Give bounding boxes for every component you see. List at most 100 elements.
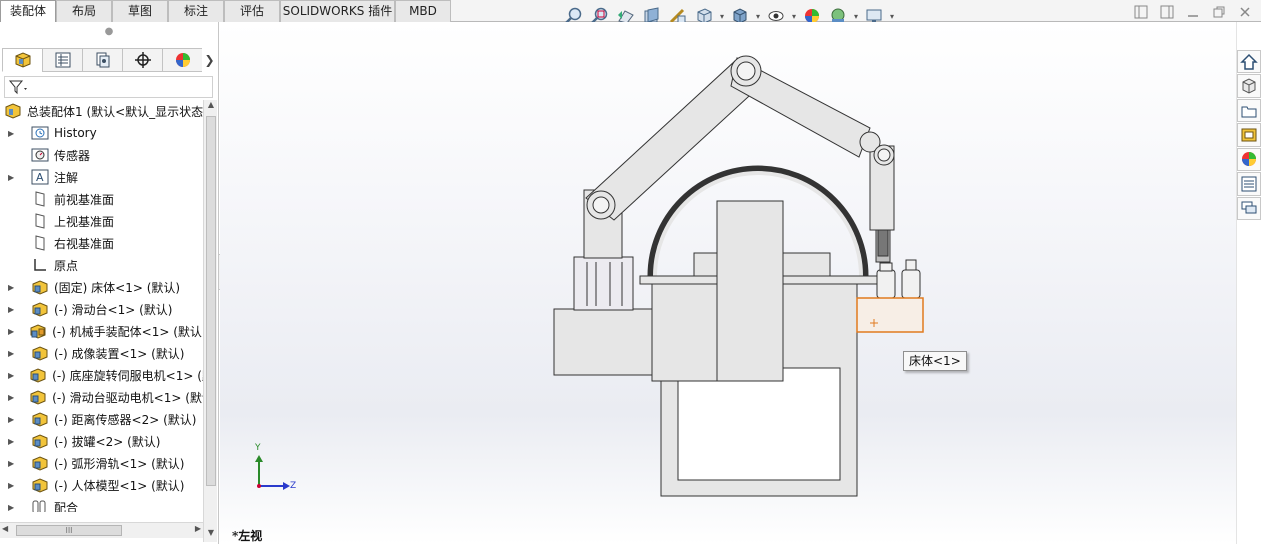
tree-item[interactable]: 原点 <box>0 254 203 276</box>
scrollbar-thumb[interactable]: III <box>16 525 122 536</box>
tree-item[interactable]: 右视基准面 <box>0 232 203 254</box>
plane-icon <box>30 212 50 230</box>
cupping-device-2 <box>901 269 921 299</box>
expand-arrow-icon[interactable]: ▶ <box>8 459 16 468</box>
scroll-down-icon[interactable]: ▼ <box>204 528 218 542</box>
expand-arrow-icon[interactable]: ▶ <box>8 371 14 380</box>
scroll-up-icon[interactable]: ▲ <box>204 100 218 114</box>
panel-grip[interactable]: ● <box>0 22 218 44</box>
tree-item[interactable]: ▶ (-) 成像装置<1> (默认) <box>0 342 203 364</box>
expand-arrow-icon[interactable]: ▶ <box>8 349 16 358</box>
expand-arrow-icon[interactable]: ▶ <box>8 481 16 490</box>
mates-icon <box>30 498 50 512</box>
scrollbar-thumb[interactable] <box>206 116 216 486</box>
tab-mbd[interactable]: MBD <box>395 0 451 22</box>
tree-item[interactable]: 上视基准面 <box>0 210 203 232</box>
selected-bed-face <box>856 297 924 333</box>
file-explorer-icon[interactable] <box>1237 98 1261 123</box>
tab-evaluate[interactable]: 评估 <box>224 0 280 22</box>
tree-item[interactable]: ▶ History <box>0 122 203 144</box>
tree-item[interactable]: ▶ (-) 弧形滑轨<1> (默认) <box>0 452 203 474</box>
task-pane <box>1237 50 1261 220</box>
plane-icon <box>30 190 50 208</box>
tab-sketch[interactable]: 草图 <box>112 0 168 22</box>
chevron-down-icon[interactable]: ▾ <box>888 12 896 21</box>
expand-arrow-icon[interactable]: ▶ <box>8 327 14 336</box>
chevron-down-icon[interactable]: ▾ <box>852 12 860 21</box>
tab-markup[interactable]: 标注 <box>168 0 224 22</box>
tree-item-label: 前视基准面 <box>54 192 115 207</box>
scroll-right-icon[interactable]: ▶ <box>195 524 201 533</box>
featuremanager-icon[interactable] <box>2 48 42 72</box>
tree-item[interactable]: ▶ (-) 底座旋转伺服电机<1> (默 <box>0 364 203 386</box>
tree-item[interactable]: ▶ 配合 <box>0 496 203 512</box>
chevron-down-icon[interactable]: ▾ <box>718 12 726 21</box>
tile-right-icon[interactable] <box>1159 4 1175 20</box>
part-icon <box>30 454 50 472</box>
tree-horizontal-scrollbar[interactable]: ◀ III ▶ <box>0 522 203 538</box>
minimize-icon[interactable] <box>1185 4 1201 20</box>
custom-properties-icon[interactable] <box>1237 172 1261 196</box>
scroll-left-icon[interactable]: ◀ <box>2 524 8 533</box>
window-controls <box>1133 4 1253 20</box>
view-palette-icon[interactable] <box>1237 123 1261 147</box>
left-housing <box>553 308 655 376</box>
tree-item[interactable]: ▶ (-) 拔罐<2> (默认) <box>0 430 203 452</box>
feature-manager-panel: ● ❯ 总装配体1 (默认<默认_显示状态 ▶ History 传感器 ▶ A … <box>0 22 219 544</box>
expand-arrow-icon[interactable]: ▶ <box>8 173 16 182</box>
appearances-icon[interactable] <box>1237 147 1261 172</box>
chevron-right-icon[interactable]: ❯ <box>202 48 217 72</box>
bed-frame-opening <box>677 367 841 481</box>
tree-item-label: 原点 <box>54 258 79 273</box>
imaging-tower <box>716 200 784 382</box>
part-icon <box>28 366 48 384</box>
expand-arrow-icon[interactable]: ▶ <box>8 129 16 138</box>
dimxpertmanager-icon[interactable] <box>122 48 162 72</box>
graphics-area[interactable]: Y Z <box>220 22 1236 544</box>
manager-tabs: ❯ <box>2 48 217 72</box>
plane-icon <box>30 234 50 252</box>
tree-item[interactable]: ▶ (-) 机械手装配体<1> (默认< <box>0 320 203 342</box>
tab-assembly[interactable]: 装配体 <box>0 0 56 22</box>
restore-icon[interactable] <box>1211 4 1227 20</box>
tab-solidworks-addins[interactable]: SOLIDWORKS 插件 <box>280 0 395 22</box>
forum-icon[interactable] <box>1237 196 1261 220</box>
tree-item[interactable]: 前视基准面 <box>0 188 203 210</box>
expand-arrow-icon[interactable]: ▶ <box>8 415 16 424</box>
tree-filter[interactable] <box>4 76 213 98</box>
tree-item[interactable]: ▶ (-) 滑动台驱动电机<1> (默认 <box>0 386 203 408</box>
tree-item-label: (固定) 床体<1> (默认) <box>54 280 181 295</box>
chevron-down-icon[interactable]: ▾ <box>790 12 798 21</box>
tree-item-label: 右视基准面 <box>54 236 115 251</box>
propertymanager-icon[interactable] <box>42 48 82 72</box>
assembly-icon <box>4 102 24 120</box>
design-library-icon[interactable] <box>1237 74 1261 98</box>
part-icon <box>30 432 50 450</box>
tile-left-icon[interactable] <box>1133 4 1149 20</box>
tree-item-label: (-) 距离传感器<2> (默认) <box>54 412 197 427</box>
tree-item[interactable]: ▶ (-) 距离传感器<2> (默认) <box>0 408 203 430</box>
part-icon <box>30 476 50 494</box>
expand-arrow-icon[interactable]: ▶ <box>8 503 16 512</box>
home-icon[interactable] <box>1237 50 1261 74</box>
expand-arrow-icon[interactable]: ▶ <box>8 305 16 314</box>
expand-arrow-icon[interactable]: ▶ <box>8 393 14 402</box>
filter-icon[interactable] <box>8 79 30 98</box>
part-icon <box>30 300 50 318</box>
displaymanager-icon[interactable] <box>162 48 202 72</box>
expand-arrow-icon[interactable]: ▶ <box>8 283 16 292</box>
tree-root-assembly[interactable]: 总装配体1 (默认<默认_显示状态 <box>4 100 203 122</box>
chevron-down-icon[interactable]: ▾ <box>754 12 762 21</box>
tree-item[interactable]: ▶ (固定) 床体<1> (默认) <box>0 276 203 298</box>
tree-vertical-scrollbar[interactable]: ▲ ▼ <box>203 100 217 542</box>
base-motor <box>573 256 634 311</box>
tree-item[interactable]: ▶ A 注解 <box>0 166 203 188</box>
expand-arrow-icon[interactable]: ▶ <box>8 437 16 446</box>
tree-item[interactable]: ▶ (-) 滑动台<1> (默认) <box>0 298 203 320</box>
tab-layout[interactable]: 布局 <box>56 0 112 22</box>
tree-item[interactable]: ▶ (-) 人体模型<1> (默认) <box>0 474 203 496</box>
close-icon[interactable] <box>1237 4 1253 20</box>
configurationmanager-icon[interactable] <box>82 48 122 72</box>
tree-item[interactable]: 传感器 <box>0 144 203 166</box>
tree-item-label: (-) 滑动台<1> (默认) <box>54 302 173 317</box>
